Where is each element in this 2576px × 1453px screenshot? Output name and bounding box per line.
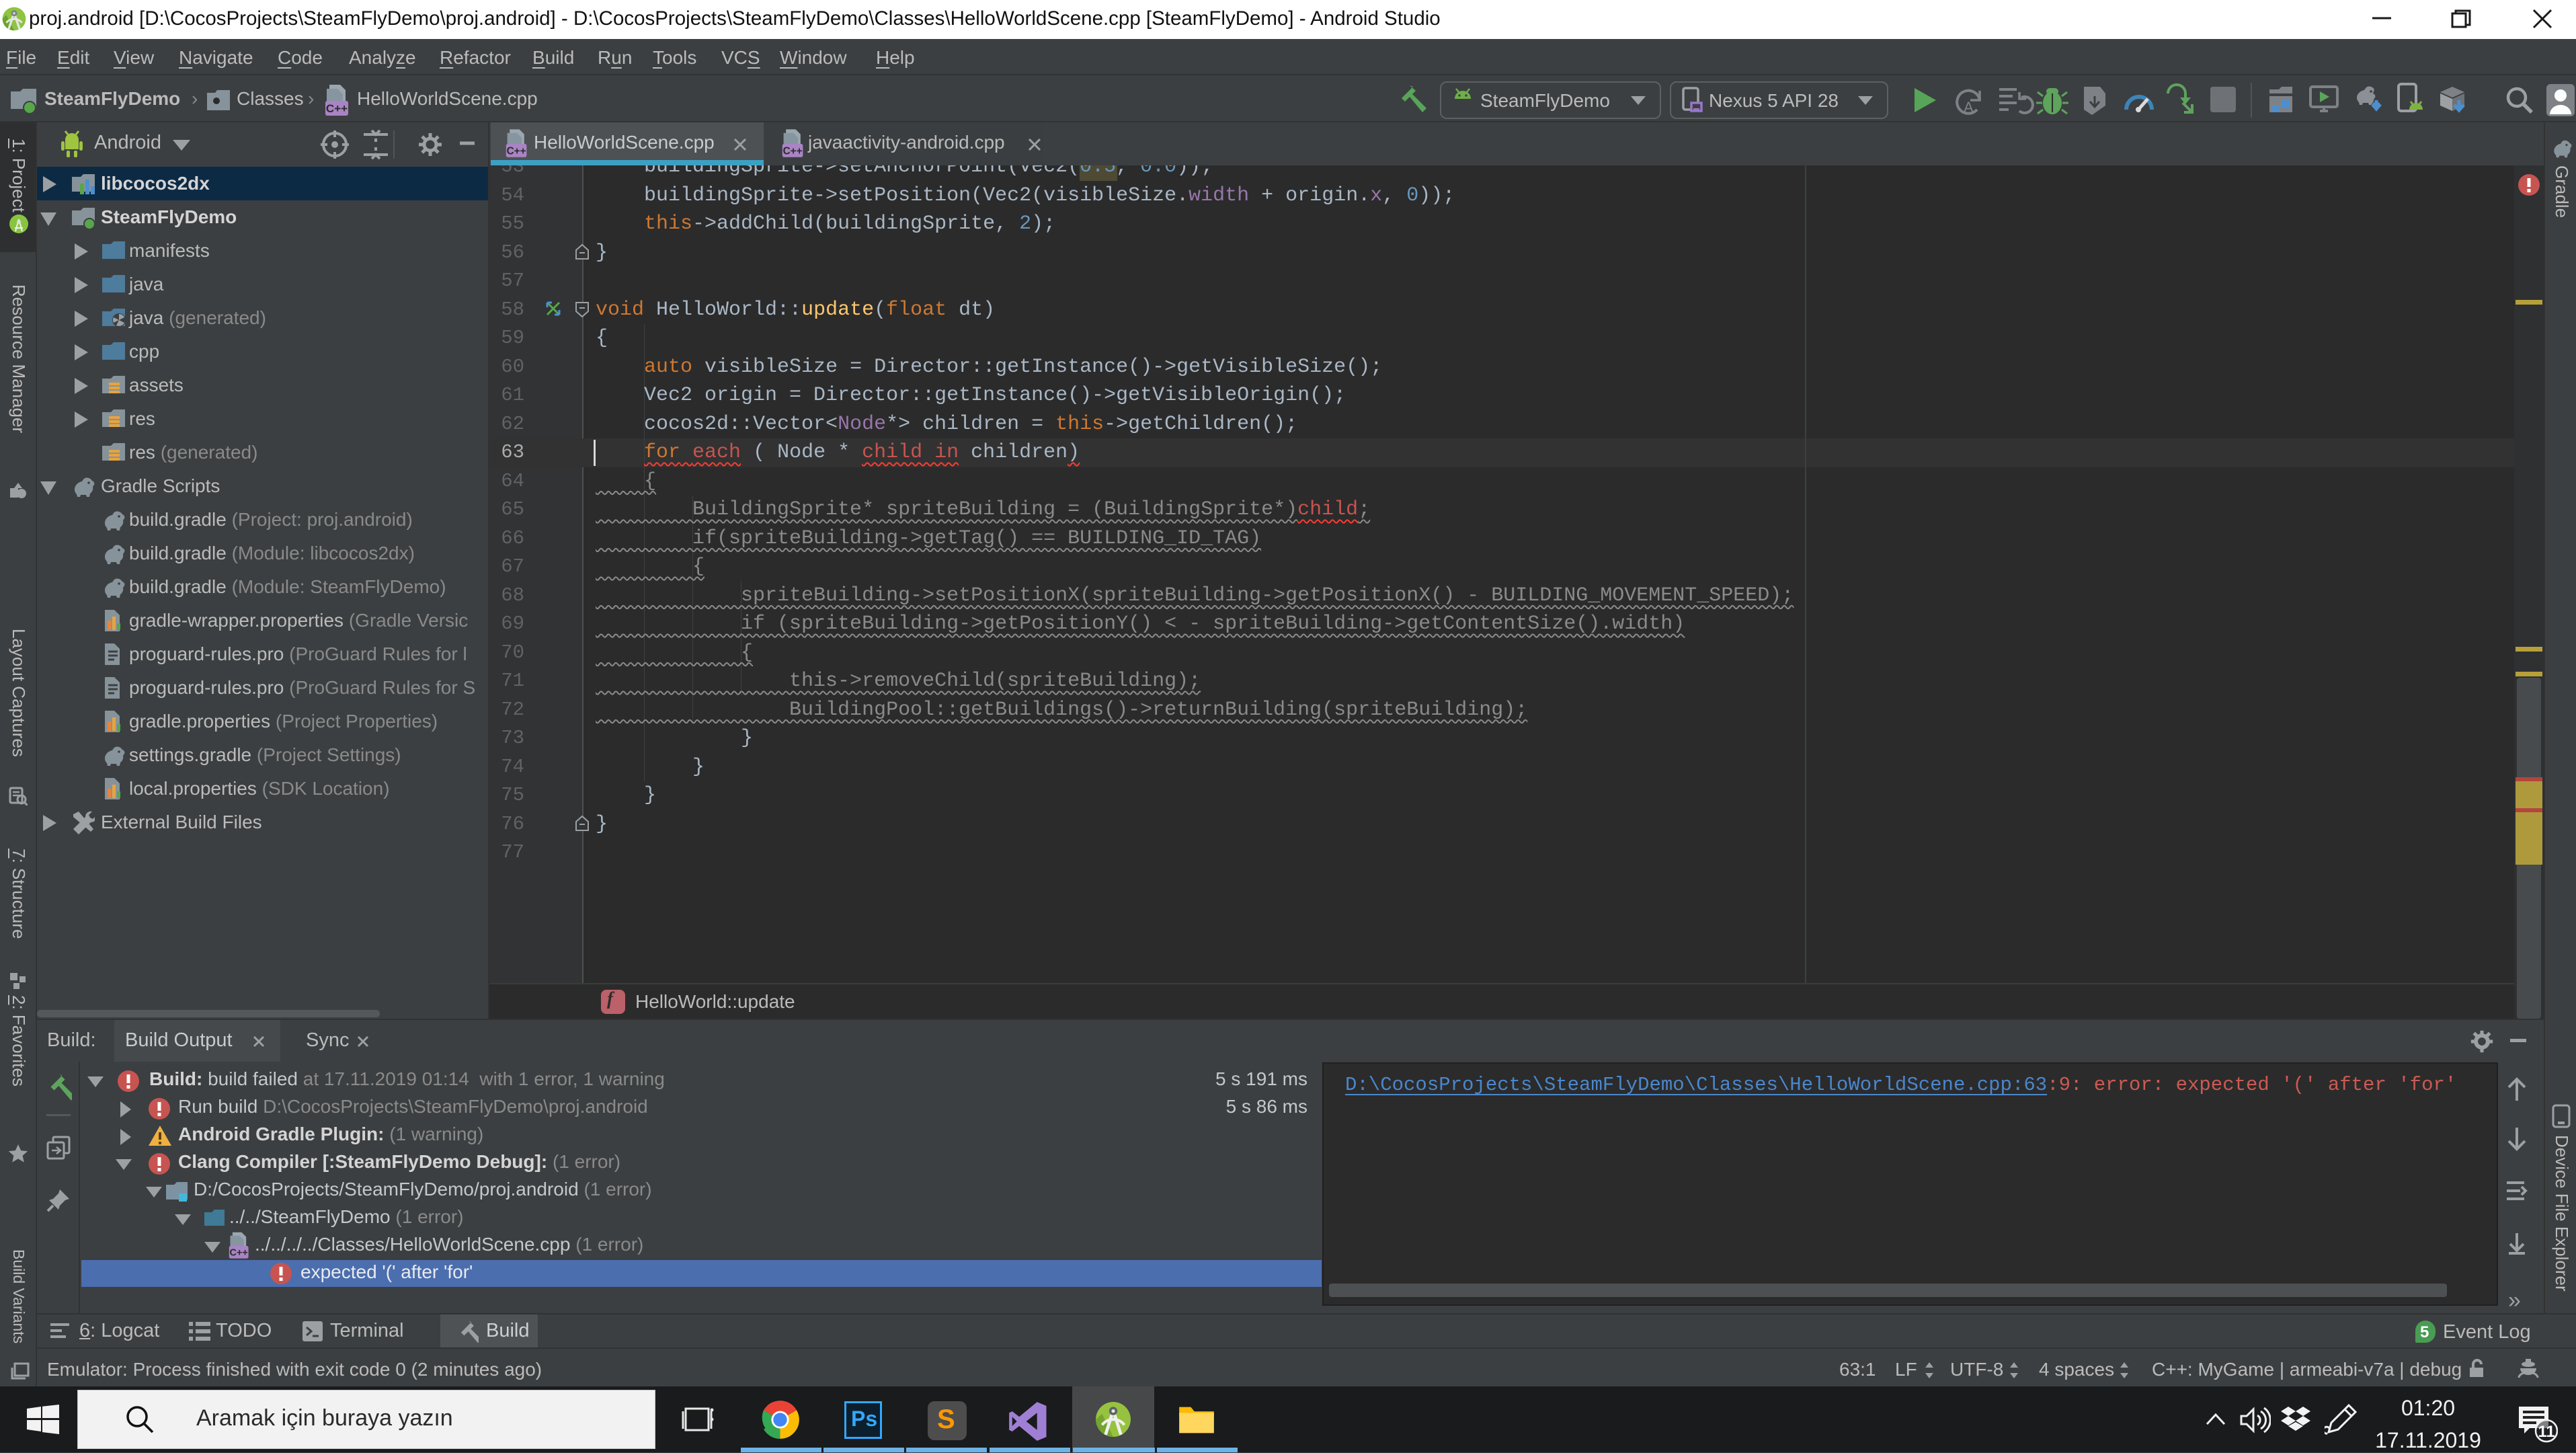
svg-text:11: 11	[2538, 1423, 2554, 1441]
svg-text:C++: C++	[326, 102, 348, 115]
svg-text:Nexus 5 API 28: Nexus 5 API 28	[1709, 90, 1839, 111]
svg-text:C++: C++	[783, 145, 803, 157]
svg-text:C++: C++	[507, 145, 526, 157]
svg-text:SteamFlyDemo: SteamFlyDemo	[1480, 90, 1610, 111]
svg-text:A: A	[1964, 99, 1974, 116]
svg-text:C++: C++	[230, 1247, 248, 1258]
